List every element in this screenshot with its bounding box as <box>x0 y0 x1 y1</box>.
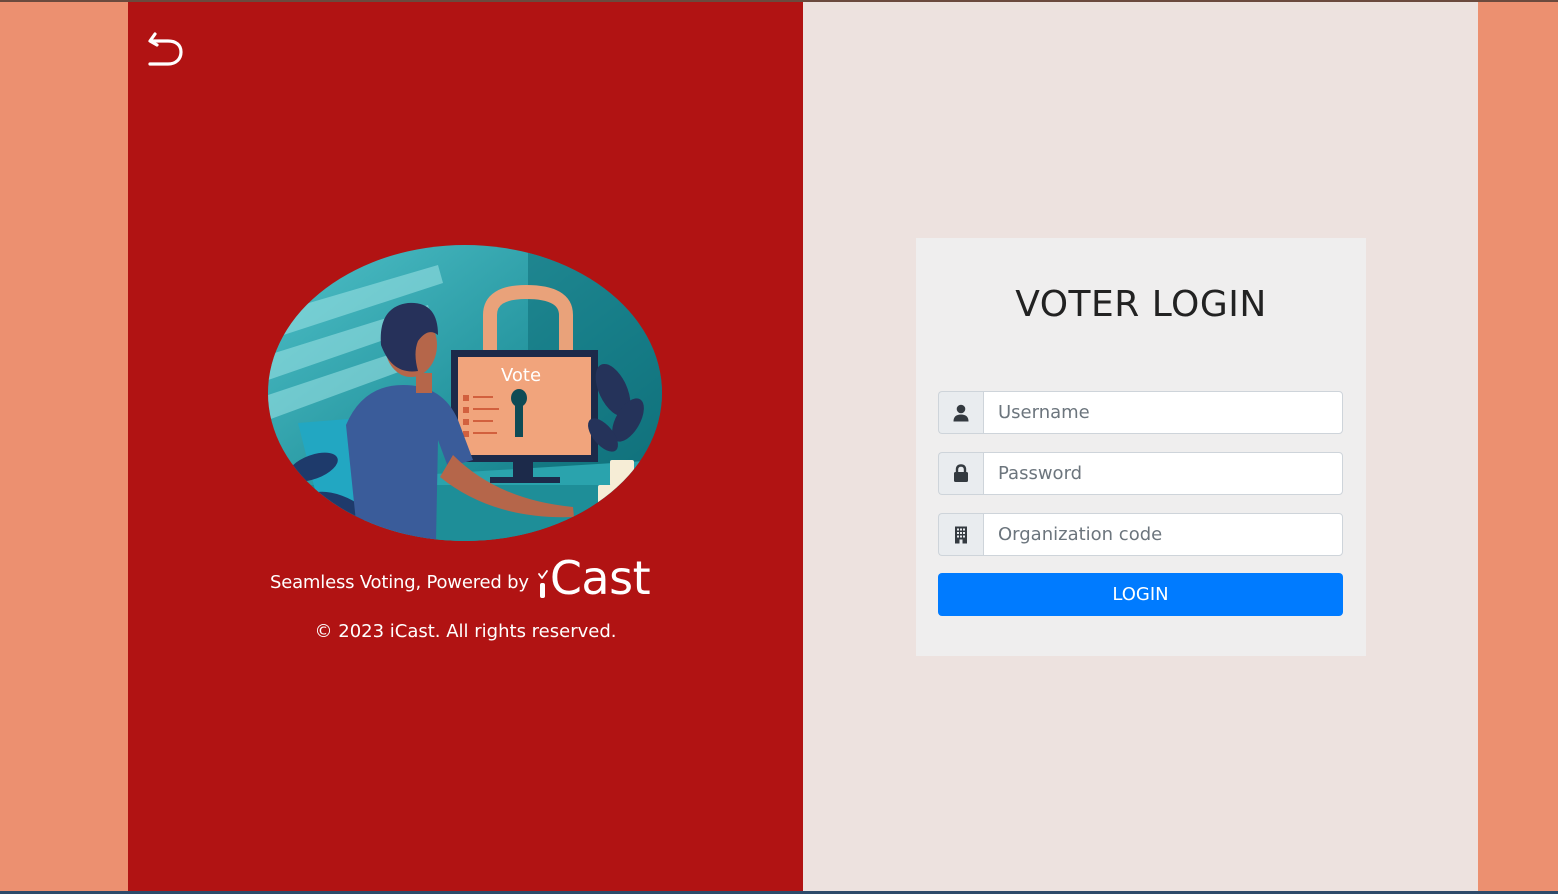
password-addon <box>938 452 983 495</box>
voting-illustration: Vote <box>268 245 662 541</box>
username-addon <box>938 391 983 434</box>
icast-logo: Cast <box>536 551 651 605</box>
undo-arrow-icon <box>148 32 183 66</box>
lock-icon <box>954 464 968 482</box>
organization-addon <box>938 513 983 556</box>
screen-vote-text: Vote <box>501 365 541 386</box>
tagline: Seamless Voting, Powered by Cast <box>270 545 670 601</box>
login-button[interactable]: LOGIN <box>938 573 1343 616</box>
user-icon <box>953 404 969 421</box>
password-field <box>938 452 1343 495</box>
ballot-check-icon <box>537 570 548 598</box>
tagline-text: Seamless Voting, Powered by <box>270 572 529 593</box>
organization-code-input[interactable] <box>983 513 1343 556</box>
building-icon <box>955 526 967 543</box>
password-input[interactable] <box>983 452 1343 495</box>
back-button[interactable] <box>146 28 186 68</box>
login-card: VOTER LOGIN Username Organization code L… <box>916 238 1366 656</box>
login-title: VOTER LOGIN <box>1015 284 1267 325</box>
username-input[interactable] <box>983 391 1343 434</box>
brand-panel: Vote Seamless Voting, Powered by Cast © … <box>128 2 803 892</box>
copyright-text: © 2023 iCast. All rights reserved. <box>314 621 617 642</box>
form-panel: VOTER LOGIN Username Organization code L… <box>803 2 1478 892</box>
brand-name: Cast <box>549 551 651 605</box>
organization-field <box>938 513 1343 556</box>
username-field <box>938 391 1343 434</box>
